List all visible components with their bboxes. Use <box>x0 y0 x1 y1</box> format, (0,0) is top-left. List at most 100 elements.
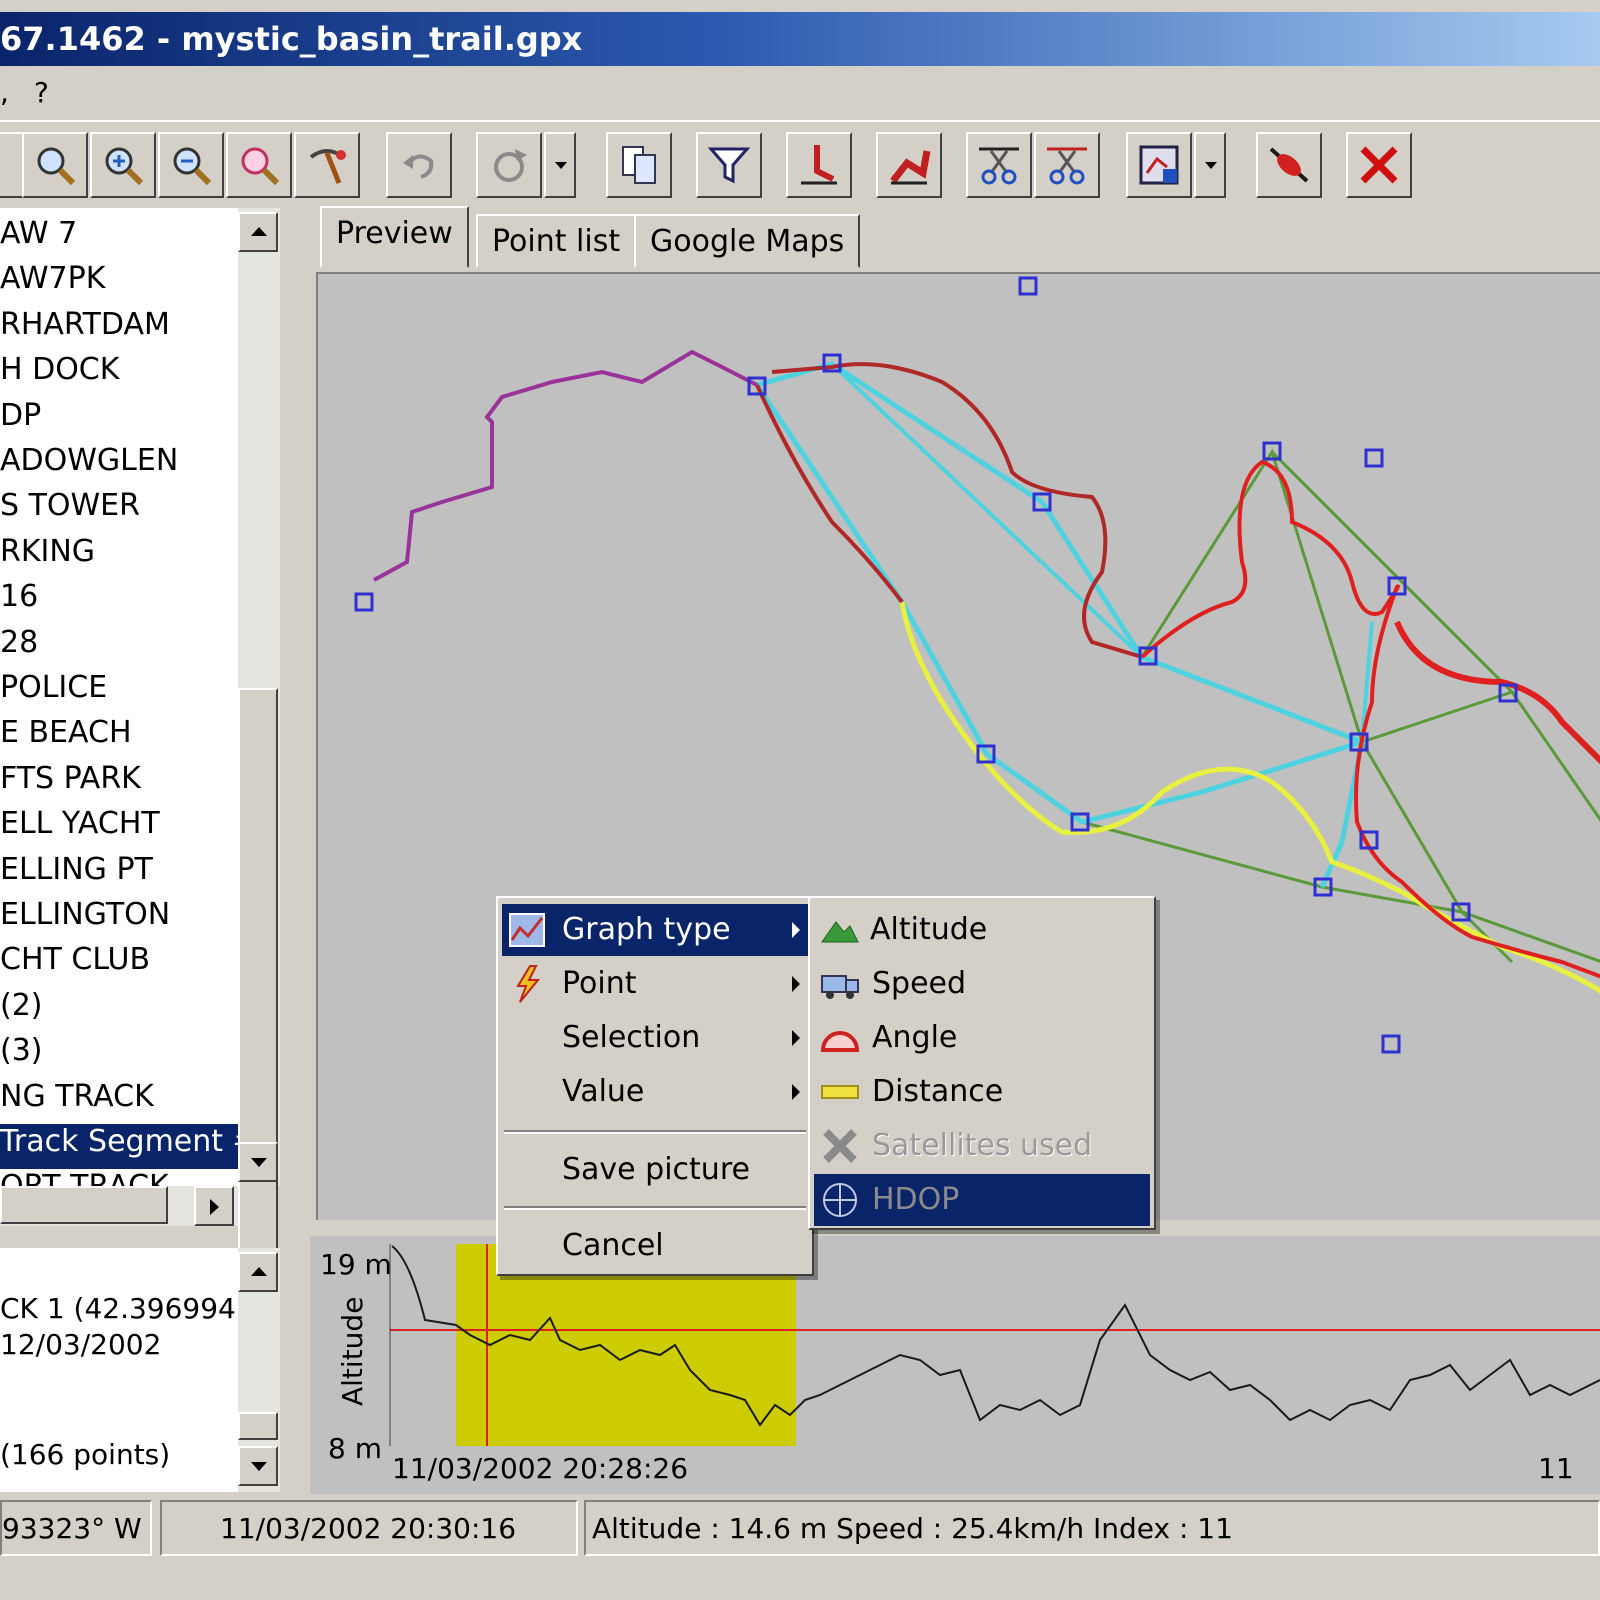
waypoint-list[interactable]: AW 7 AW7PK RHARTDAM H DOCK DP ADOWGLEN S TOWER… <box>0 208 238 1186</box>
context-menu: Graph type Point Selection Value Save pi… <box>496 896 814 1276</box>
list-item[interactable]: FTS PARK <box>0 761 141 806</box>
filter-button[interactable] <box>696 132 762 198</box>
undo-button[interactable] <box>386 132 452 198</box>
window-title: 67.1462 - mystic_basin_trail.gpx <box>0 20 583 58</box>
list-item[interactable]: H DOCK <box>0 352 119 397</box>
save-map-dropdown-arrow[interactable] <box>1194 132 1226 198</box>
zoom-fit-button[interactable] <box>226 132 292 198</box>
list-item[interactable]: Track Segment # <box>0 1124 238 1169</box>
track-green-2 <box>1140 448 1514 964</box>
info-scrollbar[interactable] <box>238 1248 280 1492</box>
copy-button[interactable] <box>606 132 672 198</box>
menu-item-selection[interactable]: Selection <box>502 1012 808 1064</box>
list-item[interactable]: ELL YACHT <box>0 806 160 851</box>
toolbar <box>0 124 1600 204</box>
rotate-button[interactable] <box>476 132 542 198</box>
track-green <box>1270 450 1600 822</box>
menu-item-help[interactable]: ? <box>34 76 49 109</box>
waypoint-marker <box>1364 448 1384 468</box>
list-item[interactable]: (3) <box>0 1033 43 1078</box>
list-item[interactable]: AW 7 <box>0 216 77 261</box>
list-item[interactable]: ELLINGTON <box>0 897 170 942</box>
track-info-box: CK 1 (42.396994° 12/03/2002 (166 points) <box>0 1248 238 1492</box>
track-purple <box>373 349 758 582</box>
split-track-button[interactable] <box>786 132 852 198</box>
graph-y-max-label: 19 m <box>320 1248 392 1281</box>
menu-item-point[interactable]: Point <box>502 958 808 1010</box>
info-line-3: (166 points) <box>0 1438 171 1471</box>
pick-button[interactable] <box>294 132 360 198</box>
satellite-icon <box>823 1129 857 1163</box>
info-scroll-up-button[interactable] <box>238 1252 278 1292</box>
info-scroll-down-button[interactable] <box>238 1446 278 1486</box>
cut-button[interactable] <box>966 132 1032 198</box>
menu-item-partial[interactable]: , <box>0 76 9 109</box>
save-map-button[interactable] <box>1126 132 1192 198</box>
zoom-in-button[interactable] <box>90 132 156 198</box>
mountain-icon <box>821 921 859 943</box>
info-line-2: 12/03/2002 <box>0 1328 162 1361</box>
submenu-item-satellites-used[interactable]: Satellites used <box>814 1120 1150 1172</box>
scroll-right-button[interactable] <box>194 1186 234 1226</box>
submenu-item-altitude[interactable]: Altitude <box>814 904 1150 956</box>
search-zoom-icon <box>37 147 76 186</box>
list-item[interactable]: RHARTDAM <box>0 307 170 352</box>
scroll-up-button[interactable] <box>238 212 278 252</box>
undo-icon <box>403 154 434 179</box>
list-item[interactable]: AW7PK <box>0 261 105 306</box>
horizontal-scroll-thumb[interactable] <box>0 1186 168 1224</box>
graph-type-icon <box>509 913 545 947</box>
cut-red-button[interactable] <box>1034 132 1100 198</box>
list-item[interactable]: S TOWER <box>0 488 140 533</box>
cut-red-icon <box>1047 147 1087 185</box>
menu-item-value[interactable]: Value <box>502 1066 808 1118</box>
submenu-item-angle[interactable]: Angle <box>814 1012 1150 1064</box>
delete-button[interactable] <box>1346 132 1412 198</box>
list-item[interactable]: NG TRACK <box>0 1079 154 1124</box>
track-cyan-3 <box>830 362 1144 659</box>
tab-point-list[interactable]: Point list <box>476 214 637 268</box>
filter-icon <box>707 147 751 184</box>
list-item[interactable]: ELLING PT <box>0 852 153 897</box>
title-bar[interactable]: 67.1462 - mystic_basin_trail.gpx <box>0 12 1600 66</box>
submenu-arrow-icon <box>792 1084 800 1100</box>
rotate-dropdown-arrow[interactable] <box>544 132 576 198</box>
menu-separator <box>504 1206 806 1210</box>
track-darkred <box>755 362 1143 659</box>
list-item[interactable]: 28 <box>0 625 38 670</box>
menu-item-cancel[interactable]: Cancel <box>502 1220 808 1272</box>
protractor-icon <box>820 1031 860 1052</box>
horizontal-scrollbar[interactable] <box>0 1186 238 1226</box>
list-item[interactable]: DP <box>0 398 41 443</box>
split-track-icon <box>801 145 837 185</box>
menu-bar: , ? <box>0 66 1600 122</box>
list-item[interactable]: E BEACH <box>0 715 132 760</box>
submenu-item-hdop[interactable]: HDOP <box>814 1174 1150 1226</box>
list-item[interactable]: CHT CLUB <box>0 942 150 987</box>
submenu-item-distance[interactable]: Distance <box>814 1066 1150 1118</box>
scroll-down-button[interactable] <box>238 1142 278 1182</box>
zoom-select-button[interactable] <box>22 132 88 198</box>
list-item[interactable]: (2) <box>0 988 43 1033</box>
erase-button[interactable] <box>1256 132 1322 198</box>
menu-item-graph-type[interactable]: Graph type <box>502 904 808 956</box>
tab-preview[interactable]: Preview <box>320 206 469 268</box>
submenu-item-speed[interactable]: Speed <box>814 958 1150 1010</box>
waypoint-list-scrollbar[interactable] <box>238 208 280 1260</box>
list-item[interactable]: POLICE <box>0 670 107 715</box>
zoom-in-icon <box>105 147 144 186</box>
waypoint-marker <box>354 592 374 612</box>
list-item[interactable]: RKING <box>0 534 95 579</box>
waypoint-marker <box>1381 1034 1401 1054</box>
crosshair-icon <box>823 1183 857 1217</box>
menu-item-save-picture[interactable]: Save picture <box>502 1144 808 1196</box>
list-item[interactable]: ORT TRACK <box>0 1169 169 1186</box>
list-item[interactable]: ADOWGLEN <box>0 443 178 488</box>
list-item[interactable]: 16 <box>0 579 38 624</box>
zoom-out-button[interactable] <box>158 132 224 198</box>
info-scroll-thumb[interactable] <box>238 1412 278 1440</box>
join-track-icon <box>890 150 931 185</box>
tab-google-maps[interactable]: Google Maps <box>634 214 861 268</box>
join-track-button[interactable] <box>876 132 942 198</box>
graph-x-end-label: 11 <box>1538 1452 1574 1485</box>
